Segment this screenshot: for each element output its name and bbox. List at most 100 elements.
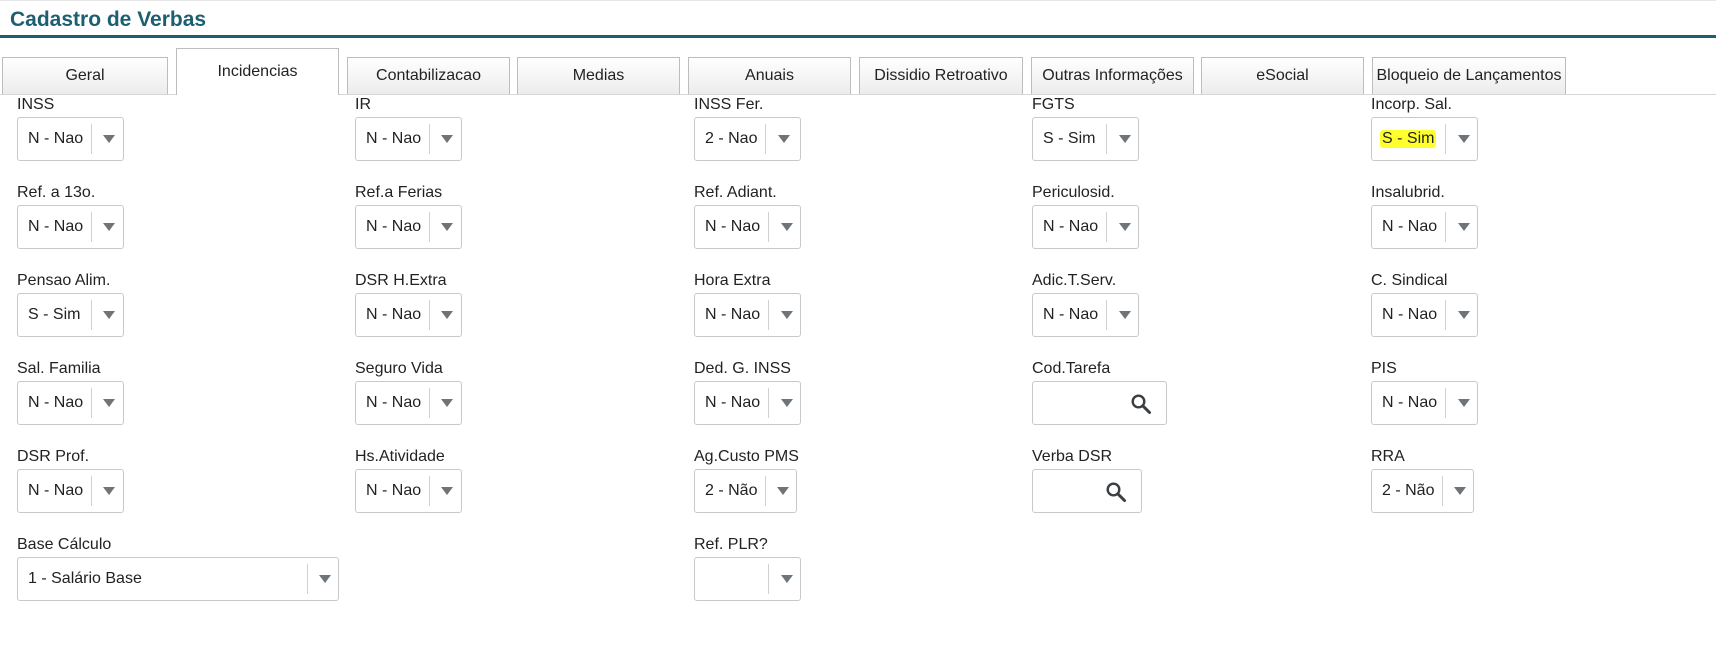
inss-fer-select[interactable]: 2 - Nao xyxy=(694,117,801,161)
incorp-sal-label: Incorp. Sal. xyxy=(1371,96,1452,113)
tab-anuais[interactable]: Anuais xyxy=(688,57,851,94)
ag-custo-pms-select[interactable]: 2 - Não xyxy=(694,469,797,513)
chevron-down-icon[interactable] xyxy=(781,311,793,319)
ag-custo-pms-label: Ag.Custo PMS xyxy=(694,448,799,465)
select-divider xyxy=(1106,212,1107,242)
seguro-vida-value: N - Nao xyxy=(366,394,422,411)
select-divider xyxy=(91,388,92,418)
pensao-alim-select[interactable]: S - Sim xyxy=(17,293,124,337)
hs-atividade-select[interactable]: N - Nao xyxy=(355,469,462,513)
ref-adiant-value: N - Nao xyxy=(705,218,761,235)
chevron-down-icon[interactable] xyxy=(1458,135,1470,143)
chevron-down-icon[interactable] xyxy=(441,223,453,231)
fgts-select[interactable]: S - Sim xyxy=(1032,117,1139,161)
select-divider xyxy=(765,124,766,154)
tab-medias[interactable]: Medias xyxy=(517,57,680,94)
chevron-down-icon[interactable] xyxy=(103,135,115,143)
tab-dissidio-retroativo[interactable]: Dissidio Retroativo xyxy=(859,57,1023,94)
tab-incidencias[interactable]: Incidencias xyxy=(176,48,339,95)
chevron-down-icon[interactable] xyxy=(103,399,115,407)
verba-dsr-lookup[interactable] xyxy=(1032,469,1142,513)
adic-tserv-select[interactable]: N - Nao xyxy=(1032,293,1139,337)
chevron-down-icon[interactable] xyxy=(319,575,331,583)
inss-fer-label: INSS Fer. xyxy=(694,96,764,113)
ref-ferias-label: Ref.a Ferias xyxy=(355,184,443,201)
chevron-down-icon[interactable] xyxy=(103,223,115,231)
fgts-value: S - Sim xyxy=(1043,130,1096,147)
tab-outras-informacoes[interactable]: Outras Informações xyxy=(1031,57,1194,94)
chevron-down-icon[interactable] xyxy=(1458,223,1470,231)
incorp-sal-select[interactable]: S - Sim xyxy=(1371,117,1478,161)
select-divider xyxy=(429,388,430,418)
select-divider xyxy=(1106,124,1107,154)
pensao-alim-value: S - Sim xyxy=(28,306,81,323)
chevron-down-icon[interactable] xyxy=(441,399,453,407)
tab-bloqueio-lancamentos[interactable]: Bloqueio de Lançamentos xyxy=(1372,57,1566,94)
select-divider xyxy=(429,124,430,154)
verba-dsr-label: Verba DSR xyxy=(1032,448,1113,465)
chevron-down-icon[interactable] xyxy=(781,575,793,583)
select-divider xyxy=(768,300,769,330)
ref-plr-label: Ref. PLR? xyxy=(694,536,768,553)
base-calculo-label: Base Cálculo xyxy=(17,536,112,553)
tab-esocial[interactable]: eSocial xyxy=(1201,57,1364,94)
dsr-hextra-value: N - Nao xyxy=(366,306,422,323)
chevron-down-icon[interactable] xyxy=(1119,223,1131,231)
base-calculo-select[interactable]: 1 - Salário Base xyxy=(17,557,339,601)
periculosid-value: N - Nao xyxy=(1043,218,1099,235)
hora-extra-value: N - Nao xyxy=(705,306,761,323)
select-divider xyxy=(1445,212,1446,242)
chevron-down-icon[interactable] xyxy=(781,399,793,407)
ref-13o-select[interactable]: N - Nao xyxy=(17,205,124,249)
cod-tarefa-label: Cod.Tarefa xyxy=(1032,360,1111,377)
chevron-down-icon[interactable] xyxy=(778,135,790,143)
search-icon[interactable] xyxy=(1130,393,1152,415)
tab-geral[interactable]: Geral xyxy=(2,57,168,94)
chevron-down-icon[interactable] xyxy=(781,223,793,231)
tab-contabilizacao[interactable]: Contabilizacao xyxy=(347,57,510,94)
chevron-down-icon[interactable] xyxy=(441,487,453,495)
sal-familia-select[interactable]: N - Nao xyxy=(17,381,124,425)
select-divider xyxy=(91,124,92,154)
select-divider xyxy=(1445,300,1446,330)
rra-select[interactable]: 2 - Não xyxy=(1371,469,1474,513)
rra-value: 2 - Não xyxy=(1382,482,1435,499)
hs-atividade-label: Hs.Atividade xyxy=(355,448,445,465)
chevron-down-icon[interactable] xyxy=(1454,487,1466,495)
chevron-down-icon[interactable] xyxy=(441,311,453,319)
chevron-down-icon[interactable] xyxy=(103,311,115,319)
ref-13o-value: N - Nao xyxy=(28,218,84,235)
insalubrid-select[interactable]: N - Nao xyxy=(1371,205,1478,249)
select-divider xyxy=(429,300,430,330)
dsr-prof-select[interactable]: N - Nao xyxy=(17,469,124,513)
cod-tarefa-input[interactable] xyxy=(1037,386,1131,422)
verba-dsr-input[interactable] xyxy=(1037,474,1111,510)
chevron-down-icon[interactable] xyxy=(777,487,789,495)
ir-select[interactable]: N - Nao xyxy=(355,117,462,161)
ded-g-inss-select[interactable]: N - Nao xyxy=(694,381,801,425)
seguro-vida-label: Seguro Vida xyxy=(355,360,443,377)
select-divider xyxy=(768,212,769,242)
chevron-down-icon[interactable] xyxy=(1458,399,1470,407)
ref-adiant-select[interactable]: N - Nao xyxy=(694,205,801,249)
chevron-down-icon[interactable] xyxy=(441,135,453,143)
title-bar: Cadastro de Verbas xyxy=(0,0,1716,38)
chevron-down-icon[interactable] xyxy=(1458,311,1470,319)
chevron-down-icon[interactable] xyxy=(103,487,115,495)
inss-select[interactable]: N - Nao xyxy=(17,117,124,161)
search-icon[interactable] xyxy=(1105,481,1127,503)
periculosid-select[interactable]: N - Nao xyxy=(1032,205,1139,249)
tab-bar: Geral Incidencias Contabilizacao Medias … xyxy=(0,48,1716,95)
c-sindical-select[interactable]: N - Nao xyxy=(1371,293,1478,337)
pis-select[interactable]: N - Nao xyxy=(1371,381,1478,425)
ref-ferias-select[interactable]: N - Nao xyxy=(355,205,462,249)
chevron-down-icon[interactable] xyxy=(1119,311,1131,319)
sal-familia-value: N - Nao xyxy=(28,394,84,411)
seguro-vida-select[interactable]: N - Nao xyxy=(355,381,462,425)
hora-extra-select[interactable]: N - Nao xyxy=(694,293,801,337)
ref-adiant-label: Ref. Adiant. xyxy=(694,184,777,201)
cod-tarefa-lookup[interactable] xyxy=(1032,381,1167,425)
ref-plr-select[interactable] xyxy=(694,557,801,601)
chevron-down-icon[interactable] xyxy=(1119,135,1131,143)
dsr-hextra-select[interactable]: N - Nao xyxy=(355,293,462,337)
